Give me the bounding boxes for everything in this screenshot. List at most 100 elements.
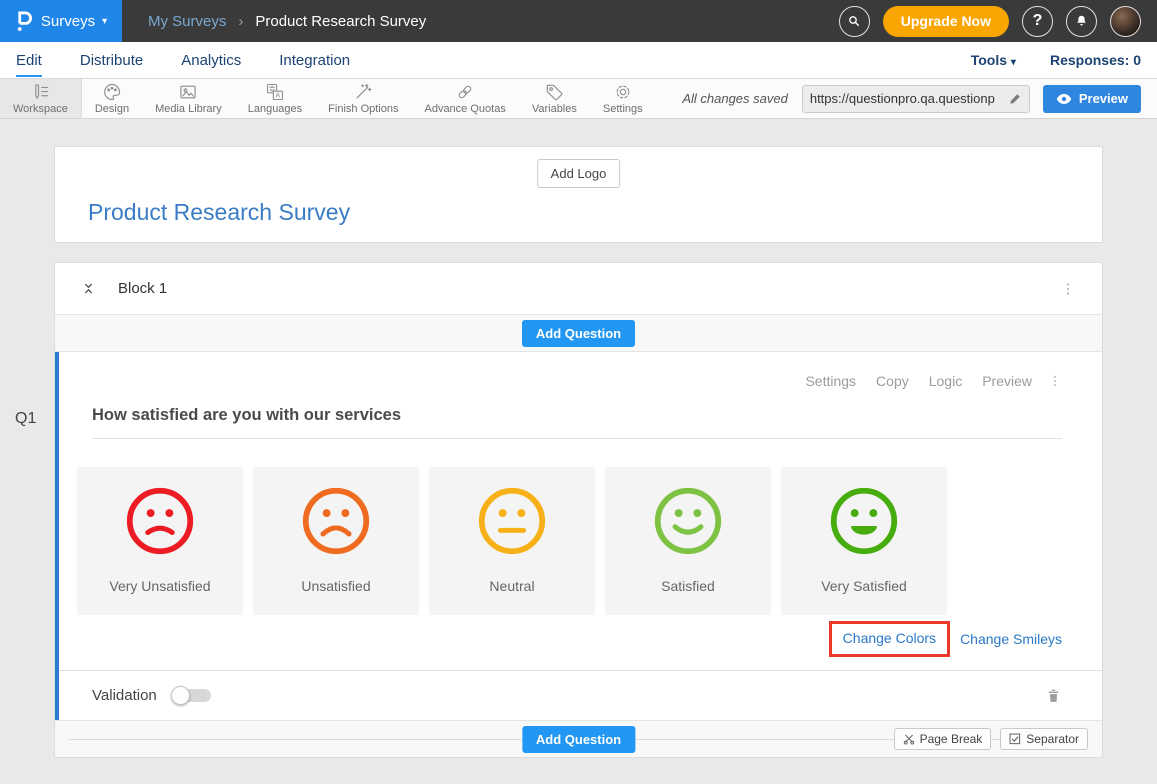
- separator-label: Separator: [1026, 732, 1079, 746]
- search-icon: [846, 13, 862, 29]
- smiley-option-satisfied[interactable]: Satisfied: [605, 467, 771, 615]
- block-collapse-button[interactable]: [81, 281, 96, 296]
- smiley-option-very-unsatisfied[interactable]: Very Unsatisfied: [77, 467, 243, 615]
- product-switcher[interactable]: Surveys ▾: [0, 0, 122, 42]
- validation-row: Validation: [59, 670, 1102, 720]
- toolbar-item-workspace[interactable]: Workspace: [0, 79, 82, 118]
- annotation-highlight-box: Change Colors: [829, 621, 950, 657]
- separator-button[interactable]: Separator: [1000, 728, 1088, 750]
- block-menu-button[interactable]: [1060, 280, 1076, 298]
- upgrade-now-button[interactable]: Upgrade Now: [883, 6, 1009, 37]
- breadcrumb-current: Product Research Survey: [255, 13, 426, 30]
- page-break-label: Page Break: [920, 732, 983, 746]
- survey-header-card: Add Logo Product Research Survey: [54, 146, 1103, 243]
- image-icon: [178, 82, 198, 102]
- svg-text:A: A: [275, 92, 280, 100]
- toolbar-item-label: Variables: [532, 103, 577, 115]
- option-label: Neutral: [489, 578, 534, 594]
- add-logo-button[interactable]: Add Logo: [537, 159, 621, 188]
- option-label: Satisfied: [661, 578, 715, 594]
- preview-button[interactable]: Preview: [1043, 85, 1141, 113]
- help-button[interactable]: ?: [1022, 6, 1053, 37]
- bell-icon: [1074, 13, 1089, 29]
- question-mark-icon: ?: [1033, 12, 1043, 30]
- palette-icon: [102, 82, 122, 102]
- change-colors-link[interactable]: Change Colors: [843, 630, 936, 646]
- breadcrumb-my-surveys[interactable]: My Surveys: [148, 13, 226, 30]
- section-tabs: Edit Distribute Analytics Integration To…: [0, 42, 1157, 79]
- toggle-knob: [171, 686, 190, 705]
- change-links-row: Change Colors Change Smileys: [59, 621, 1062, 657]
- neutral-smiley-icon: [476, 485, 548, 562]
- add-question-button-bottom[interactable]: Add Question: [522, 726, 635, 753]
- toolbar-item-label: Advance Quotas: [424, 103, 505, 115]
- survey-title[interactable]: Product Research Survey: [88, 199, 350, 226]
- preview-label: Preview: [1079, 91, 1128, 106]
- question-number: Q1: [15, 410, 36, 428]
- toolbar-item-design[interactable]: Design: [82, 79, 142, 118]
- validation-toggle[interactable]: [171, 686, 211, 705]
- block-title[interactable]: Block 1: [118, 280, 167, 297]
- survey-url-box: [802, 85, 1030, 113]
- question-menu-button[interactable]: [1048, 373, 1062, 389]
- survey-url-input[interactable]: [810, 91, 1008, 106]
- block-header: Block 1: [55, 263, 1102, 315]
- avatar[interactable]: [1110, 6, 1141, 37]
- question-logic-link[interactable]: Logic: [929, 373, 962, 389]
- chevron-down-icon: ▾: [102, 16, 107, 27]
- save-status: All changes saved: [682, 91, 788, 106]
- tab-integration[interactable]: Integration: [279, 43, 350, 77]
- translate-icon: A: [265, 82, 285, 102]
- question-preview-link[interactable]: Preview: [982, 373, 1032, 389]
- question-settings-link[interactable]: Settings: [805, 373, 856, 389]
- satisfied-smiley-icon: [652, 485, 724, 562]
- question-card: Q1 Settings Copy Logic Preview How satis…: [55, 352, 1102, 720]
- toolbar-item-label: Media Library: [155, 103, 222, 115]
- option-label: Very Satisfied: [821, 578, 907, 594]
- product-menu-label: Surveys: [41, 13, 95, 30]
- delete-question-button[interactable]: [1045, 687, 1062, 705]
- question-copy-link[interactable]: Copy: [876, 373, 909, 389]
- toolbar-item-variables[interactable]: Variables: [519, 79, 590, 118]
- toolbar-item-label: Design: [95, 103, 129, 115]
- very-unsatisfied-smiley-icon: [124, 485, 196, 562]
- edit-url-pencil-icon[interactable]: [1008, 92, 1022, 106]
- gear-icon: [613, 82, 633, 102]
- toolbar-item-settings[interactable]: Settings: [590, 79, 656, 118]
- smiley-option-neutral[interactable]: Neutral: [429, 467, 595, 615]
- change-smileys-link[interactable]: Change Smileys: [960, 631, 1062, 647]
- vertical-collapse-icon: [81, 281, 96, 296]
- toolbar-item-finish-options[interactable]: Finish Options: [315, 79, 411, 118]
- chevron-down-icon: ▾: [1011, 57, 1016, 68]
- smiley-option-very-satisfied[interactable]: Very Satisfied: [781, 467, 947, 615]
- toolbar-item-label: Settings: [603, 103, 643, 115]
- toolbar-item-advance-quotas[interactable]: Advance Quotas: [411, 79, 518, 118]
- scissors-icon: [903, 733, 915, 745]
- unsatisfied-smiley-icon: [300, 485, 372, 562]
- tools-dropdown[interactable]: Tools ▾: [971, 52, 1016, 68]
- magic-wand-icon: [353, 82, 373, 102]
- tab-analytics[interactable]: Analytics: [181, 43, 241, 77]
- breadcrumb: My Surveys › Product Research Survey: [148, 13, 426, 30]
- toolbar-item-media-library[interactable]: Media Library: [142, 79, 235, 118]
- eye-icon: [1056, 93, 1072, 105]
- page-break-button[interactable]: Page Break: [894, 728, 992, 750]
- question-text[interactable]: How satisfied are you with our services: [92, 406, 1062, 439]
- validation-label: Validation: [92, 687, 157, 704]
- checked-box-icon: [1009, 733, 1021, 745]
- top-navbar: Surveys ▾ My Surveys › Product Research …: [0, 0, 1157, 42]
- trash-icon: [1045, 687, 1062, 705]
- toolbar-item-languages[interactable]: A Languages: [235, 79, 315, 118]
- responses-count: Responses: 0: [1050, 52, 1141, 68]
- toolbar-item-label: Languages: [248, 103, 302, 115]
- smiley-option-unsatisfied[interactable]: Unsatisfied: [253, 467, 419, 615]
- editor-toolbar: Workspace Design Media Library A Languag…: [0, 79, 1157, 119]
- question-actions: Settings Copy Logic Preview: [59, 352, 1102, 389]
- search-button[interactable]: [839, 6, 870, 37]
- smiley-options: Very Unsatisfied Unsatisfied Neutral Sat…: [77, 467, 1102, 615]
- notifications-button[interactable]: [1066, 6, 1097, 37]
- option-label: Unsatisfied: [301, 578, 370, 594]
- tab-distribute[interactable]: Distribute: [80, 43, 143, 77]
- tab-edit[interactable]: Edit: [16, 43, 42, 77]
- add-question-button-top[interactable]: Add Question: [522, 320, 635, 347]
